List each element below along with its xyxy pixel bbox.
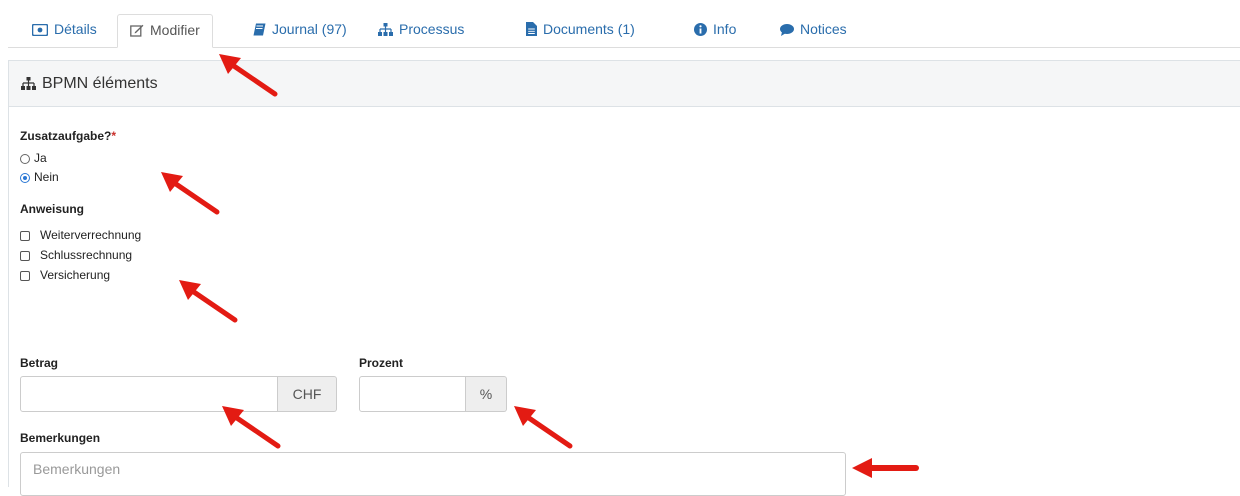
tab-journal-label: Journal (97)	[272, 21, 347, 37]
prozent-label: Prozent	[359, 356, 404, 370]
checkbox-weiterverrechnung-label: Weiterverrechnung	[40, 228, 142, 242]
checkbox-weiterverrechnung[interactable]: Weiterverrechnung	[20, 228, 141, 242]
checkbox-schlussrechnung-label: Schlussrechnung	[40, 248, 133, 262]
tab-processus-label: Processus	[399, 21, 465, 37]
checkbox-schlussrechnung[interactable]: Schlussrechnung	[20, 248, 132, 262]
anweisung-label: Anweisung	[20, 202, 85, 216]
checkbox-versicherung-label: Versicherung	[40, 268, 111, 282]
tab-bar: Détails Modifier Journal (97) Processus …	[8, 0, 1240, 48]
comment-icon	[780, 24, 794, 36]
percent-addon: %	[466, 376, 507, 412]
panel-title: BPMN éléments	[42, 75, 158, 92]
tab-processus[interactable]: Processus	[366, 14, 476, 47]
checkbox-schlussrechnung-box[interactable]	[20, 251, 30, 261]
tab-details-label: Détails	[54, 21, 97, 37]
tab-info-label: Info	[713, 21, 737, 37]
required-mark: *	[111, 129, 117, 143]
tab-documents-label: Documents (1)	[543, 21, 635, 37]
tab-details[interactable]: Détails	[20, 14, 109, 47]
tab-modifier-label: Modifier	[150, 22, 200, 38]
tab-notices-label: Notices	[800, 21, 847, 37]
betrag-label: Betrag	[20, 356, 59, 370]
id-card-icon	[31, 23, 49, 37]
prozent-input[interactable]	[359, 376, 466, 412]
radio-nein[interactable]: Nein	[20, 170, 59, 184]
chf-addon: CHF	[278, 376, 337, 412]
checkbox-weiterverrechnung-box[interactable]	[20, 231, 30, 241]
tab-journal[interactable]: Journal (97)	[241, 14, 359, 47]
tab-notices[interactable]: Notices	[768, 14, 859, 47]
book-icon	[253, 23, 266, 36]
bemerkungen-textarea[interactable]: Bemerkungen	[20, 452, 846, 496]
sitemap-icon	[378, 23, 393, 36]
tab-info[interactable]: Info	[682, 14, 748, 47]
radio-ja-control[interactable]	[20, 154, 30, 164]
tab-documents[interactable]: Documents (1)	[514, 14, 647, 47]
radio-ja-label: Ja	[34, 151, 47, 165]
info-icon	[694, 23, 707, 36]
zusatz-label-text: Zusatzaufgabe?	[20, 129, 112, 143]
radio-nein-control[interactable]	[20, 173, 30, 183]
betrag-input[interactable]	[20, 376, 278, 412]
bpmn-panel: BPMN éléments	[8, 60, 1240, 487]
radio-nein-label: Nein	[34, 170, 59, 184]
panel-heading: BPMN éléments	[9, 61, 1240, 107]
zusatz-label: Zusatzaufgabe?*	[20, 129, 116, 143]
checkbox-versicherung-box[interactable]	[20, 271, 30, 281]
tab-modifier[interactable]: Modifier	[117, 14, 213, 48]
radio-ja[interactable]: Ja	[20, 151, 47, 165]
file-icon	[526, 22, 537, 36]
checkbox-versicherung[interactable]: Versicherung	[20, 268, 110, 282]
bemerkungen-label: Bemerkungen	[20, 431, 101, 445]
sitemap-icon	[21, 77, 36, 90]
edit-icon	[130, 24, 144, 37]
